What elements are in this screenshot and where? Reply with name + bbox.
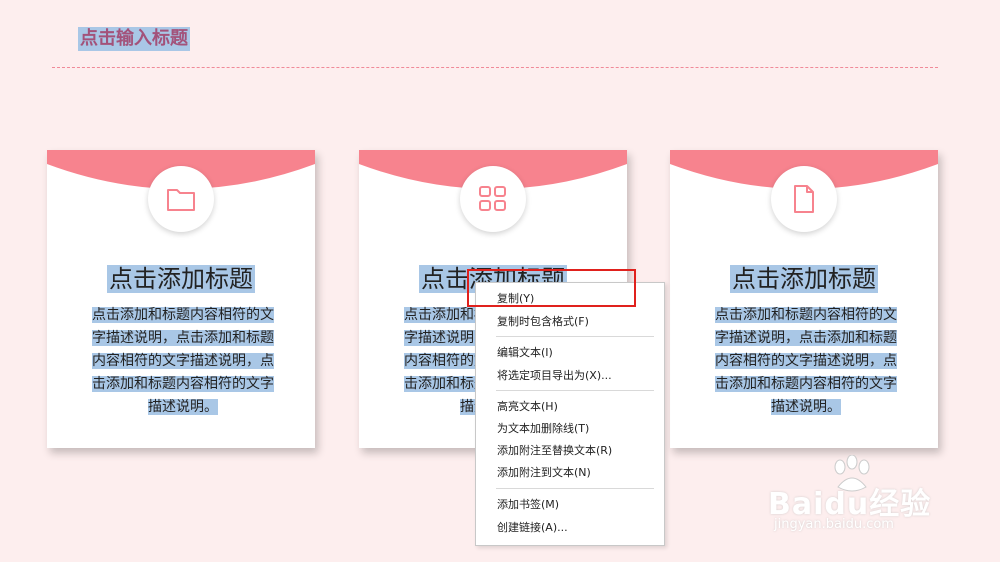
folder-icon <box>167 189 195 211</box>
menu-separator <box>496 336 654 337</box>
document-icon <box>794 185 814 213</box>
card-icon-circle <box>771 166 837 232</box>
card-desc-line: 内容相符的文字描述说明，点 <box>92 353 274 369</box>
card-desc-line: 击添加和标题内容相符的文字 <box>92 376 274 392</box>
card-desc-line: 点击添加和标题内容相符的文 <box>92 307 274 323</box>
watermark: Baidu经验 jingyan.baidu.com <box>768 455 968 545</box>
card-icon-circle <box>460 166 526 232</box>
menu-item-copy-with-format[interactable]: 复制时包含格式(F) <box>497 313 589 331</box>
card-desc-line: 字描述说明，点击添加和标题 <box>92 330 274 346</box>
menu-item-edit-text[interactable]: 编辑文本(I) <box>497 344 553 362</box>
card-icon-circle <box>148 166 214 232</box>
card-description[interactable]: 点击添加和标题内容相符的文 字描述说明，点击添加和标题 内容相符的文字描述说明，… <box>83 304 283 419</box>
card-title-text: 点击添加标题 <box>107 265 255 293</box>
context-menu: 复制(Y) 复制时包含格式(F) 编辑文本(I) 将选定项目导出为(X)... … <box>475 282 665 546</box>
menu-item-add-note-replace[interactable]: 添加附注至替换文本(R) <box>497 442 612 460</box>
card-desc-line: 点击添加和标题内容相符的文 <box>715 307 897 323</box>
card-1[interactable]: 点击添加标题 点击添加和标题内容相符的文 字描述说明，点击添加和标题 内容相符的… <box>47 150 315 448</box>
menu-separator <box>496 390 654 391</box>
title-divider <box>52 67 938 68</box>
card-3[interactable]: 点击添加标题 点击添加和标题内容相符的文 字描述说明，点击添加和标题 内容相符的… <box>670 150 938 448</box>
card-desc-line: 描述说明。 <box>771 399 841 415</box>
menu-item-export-selection[interactable]: 将选定项目导出为(X)... <box>497 367 612 385</box>
slide-title[interactable]: 点击输入标题 <box>78 27 190 51</box>
menu-separator <box>496 488 654 489</box>
menu-item-strikethrough[interactable]: 为文本加删除线(T) <box>497 420 589 438</box>
card-title[interactable]: 点击添加标题 <box>670 263 938 295</box>
menu-item-create-link[interactable]: 创建链接(A)... <box>497 519 568 537</box>
card-desc-line: 击添加和标题内容相符的文字 <box>715 376 897 392</box>
card-desc-line: 内容相符的文字描述说明，点 <box>715 353 897 369</box>
card-desc-line: 描述说明。 <box>148 399 218 415</box>
menu-item-highlight-text[interactable]: 高亮文本(H) <box>497 398 558 416</box>
menu-item-add-note-to-text[interactable]: 添加附注到文本(N) <box>497 464 591 482</box>
watermark-url: jingyan.baidu.com <box>774 517 894 532</box>
highlight-annotation-box <box>467 269 636 307</box>
card-title[interactable]: 点击添加标题 <box>47 263 315 295</box>
card-description[interactable]: 点击添加和标题内容相符的文 字描述说明，点击添加和标题 内容相符的文字描述说明，… <box>706 304 906 419</box>
grid-icon <box>479 186 506 211</box>
menu-item-add-bookmark[interactable]: 添加书签(M) <box>497 496 559 514</box>
card-title-text: 点击添加标题 <box>730 265 878 293</box>
card-desc-line: 字描述说明，点击添加和标题 <box>715 330 897 346</box>
